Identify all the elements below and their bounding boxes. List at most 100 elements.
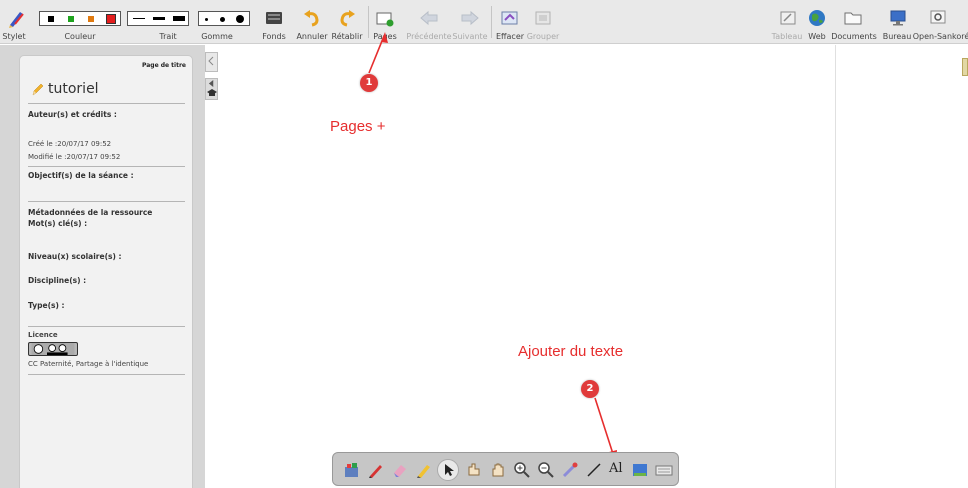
- stroke-medium-option[interactable]: [153, 17, 165, 20]
- tableau-button[interactable]: Tableau: [770, 0, 806, 44]
- divider: [28, 103, 185, 104]
- step-1-badge: 1: [360, 74, 378, 92]
- stroke-width-picker[interactable]: Trait: [124, 0, 194, 44]
- metadata-label: Métadonnées de la ressource: [28, 208, 153, 217]
- text-tool-button[interactable]: Al: [609, 461, 627, 479]
- undo-icon: [304, 10, 319, 27]
- documents-button[interactable]: Documents: [830, 0, 878, 44]
- level-label: Niveau(x) scolaire(s) :: [28, 252, 122, 261]
- color-black-swatch[interactable]: [48, 16, 54, 22]
- eraser-options: [198, 11, 250, 26]
- arrow-left-icon: [420, 10, 438, 26]
- zoom-out-icon[interactable]: [537, 461, 555, 479]
- discipline-label: Discipline(s) :: [28, 276, 87, 285]
- zoom-in-icon[interactable]: [513, 461, 531, 479]
- licence-text: CC Paternité, Partage à l'identique: [28, 360, 149, 368]
- group-button[interactable]: Grouper: [526, 0, 560, 44]
- background-button[interactable]: Fonds: [262, 0, 288, 44]
- interact-icon[interactable]: [465, 461, 483, 479]
- page-title-tag: Page de titre: [141, 62, 186, 69]
- side-panel-tabs: [205, 52, 219, 100]
- color-picker[interactable]: Couleur: [33, 0, 123, 44]
- open-sankore-button[interactable]: Open-Sankoré: [912, 0, 968, 44]
- folder-icon: [844, 12, 862, 25]
- pages-label: Pages: [373, 32, 397, 41]
- tableau-label: Tableau: [771, 32, 803, 41]
- desktop-icon: [890, 10, 906, 26]
- background-icon: [266, 12, 282, 24]
- web-label: Web: [808, 32, 826, 41]
- eraser-small-option[interactable]: [205, 18, 208, 21]
- document-title[interactable]: tutoriel: [48, 81, 99, 97]
- capture-icon[interactable]: [631, 461, 649, 479]
- suivante-label: Suivante: [452, 32, 488, 41]
- line-icon[interactable]: [585, 461, 603, 479]
- precedente-label: Précédente: [406, 32, 452, 41]
- documents-label: Documents: [831, 32, 877, 41]
- toolbar-separator: [368, 6, 369, 38]
- retablir-label: Rétablir: [331, 32, 363, 41]
- annuler-label: Annuler: [296, 32, 328, 41]
- highlighter-icon[interactable]: [415, 461, 433, 479]
- modified-date: Modifié le :20/07/17 09:52: [28, 153, 121, 161]
- stroke-thin-option[interactable]: [133, 18, 145, 19]
- color-red-swatch[interactable]: [106, 14, 116, 24]
- next-page-button[interactable]: Suivante: [452, 0, 488, 44]
- pen-tool-icon: [9, 12, 24, 28]
- laser-pointer-icon[interactable]: [561, 461, 579, 479]
- hand-icon[interactable]: [489, 461, 507, 479]
- pointer-icon: [445, 464, 454, 476]
- stroke-thick-option[interactable]: [173, 16, 185, 21]
- objectives-label: Objectif(s) de la séance :: [28, 171, 134, 180]
- eraser-size-picker[interactable]: Gomme: [195, 0, 257, 44]
- color-orange-swatch[interactable]: [88, 16, 94, 22]
- right-dock-tab[interactable]: [962, 58, 968, 76]
- graduation-cap-icon: [207, 89, 217, 96]
- fonds-label: Fonds: [262, 32, 286, 41]
- globe-icon: [809, 10, 825, 26]
- keyboard-icon[interactable]: [655, 461, 673, 479]
- open-sankore-label: Open-Sankoré: [912, 32, 968, 41]
- eraser-large-option[interactable]: [236, 15, 244, 23]
- eraser-medium-option[interactable]: [220, 17, 225, 22]
- stylus-palette: Al: [332, 452, 679, 486]
- triangle-left-icon: [208, 80, 214, 87]
- trait-label: Trait: [159, 32, 177, 41]
- text-tool-label: Al: [609, 461, 623, 476]
- divider: [28, 374, 185, 375]
- undo-button[interactable]: Annuler: [295, 0, 329, 44]
- stylet-button[interactable]: Stylet: [0, 0, 32, 44]
- pencil-icon: [32, 83, 44, 96]
- cc-by-sa-icon: [28, 342, 78, 356]
- color-swatches: [39, 11, 121, 26]
- add-page-icon: [376, 12, 394, 27]
- grouper-label: Grouper: [526, 32, 560, 41]
- bureau-label: Bureau: [882, 32, 912, 41]
- toolbar-separator: [491, 6, 492, 38]
- pages-button[interactable]: Pages: [372, 0, 400, 44]
- previous-page-button[interactable]: Précédente: [402, 0, 454, 44]
- divider: [28, 326, 185, 327]
- canvas-boundary: [835, 45, 836, 488]
- eraser-icon[interactable]: [391, 461, 409, 479]
- redo-button[interactable]: Rétablir: [330, 0, 366, 44]
- arrow-right-icon: [461, 10, 479, 26]
- type-label: Type(s) :: [28, 301, 65, 310]
- gomme-label: Gomme: [201, 32, 233, 41]
- bureau-button[interactable]: Bureau: [878, 0, 916, 44]
- divider: [28, 166, 185, 167]
- web-button[interactable]: Web: [806, 0, 828, 44]
- color-green-swatch[interactable]: [68, 16, 74, 22]
- keywords-label: Mot(s) clé(s) :: [28, 219, 88, 228]
- stylet-label: Stylet: [2, 32, 26, 41]
- widgets-icon[interactable]: [343, 461, 361, 479]
- pen-icon[interactable]: [367, 461, 385, 479]
- settings-icon: [930, 10, 946, 24]
- effacer-label: Effacer: [495, 32, 525, 41]
- clear-page-icon: [501, 11, 518, 25]
- chevron-left-icon: [208, 56, 214, 66]
- stroke-options: [127, 11, 189, 26]
- pointer-tool-active[interactable]: [437, 459, 459, 481]
- clear-button[interactable]: Effacer: [494, 0, 526, 44]
- app-window: Stylet Couleur Trait Gomme Fonds Annuler…: [0, 0, 968, 488]
